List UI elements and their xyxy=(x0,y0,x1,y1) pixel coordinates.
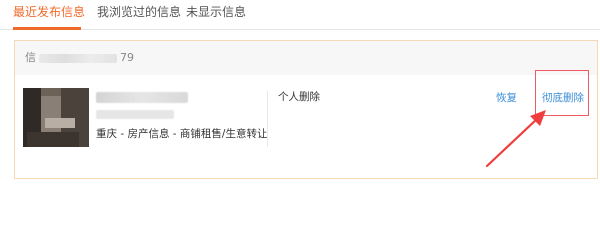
post-status: 个人删除 xyxy=(278,91,320,103)
post-card: 信 79 重庆 - 房产信息 - 商铺租售/生意转让 个人删除 恢复 彻底删除 xyxy=(14,40,598,179)
post-card-header: 信 79 xyxy=(15,41,597,75)
divider xyxy=(267,91,268,147)
blurred-id xyxy=(39,53,117,63)
tab-hidden-posts[interactable]: 未显示信息 xyxy=(186,4,246,20)
blurred-post-subtitle xyxy=(96,110,174,119)
post-id: 信 79 xyxy=(25,51,134,65)
post-id-suffix: 79 xyxy=(120,51,134,64)
tab-browsed-posts[interactable]: 我浏览过的信息 xyxy=(97,4,181,20)
blurred-post-title xyxy=(96,92,188,103)
tab-recent-posts[interactable]: 最近发布信息 xyxy=(13,4,85,20)
restore-link[interactable]: 恢复 xyxy=(496,91,517,105)
post-category: 重庆 - 房产信息 - 商铺租售/生意转让 xyxy=(96,128,268,140)
active-tab-indicator xyxy=(13,27,81,30)
permanent-delete-link[interactable]: 彻底删除 xyxy=(542,91,584,105)
post-id-prefix: 信 xyxy=(25,51,36,64)
tab-bar: 最近发布信息 我浏览过的信息 未显示信息 xyxy=(0,0,600,30)
post-thumbnail[interactable] xyxy=(23,88,89,147)
